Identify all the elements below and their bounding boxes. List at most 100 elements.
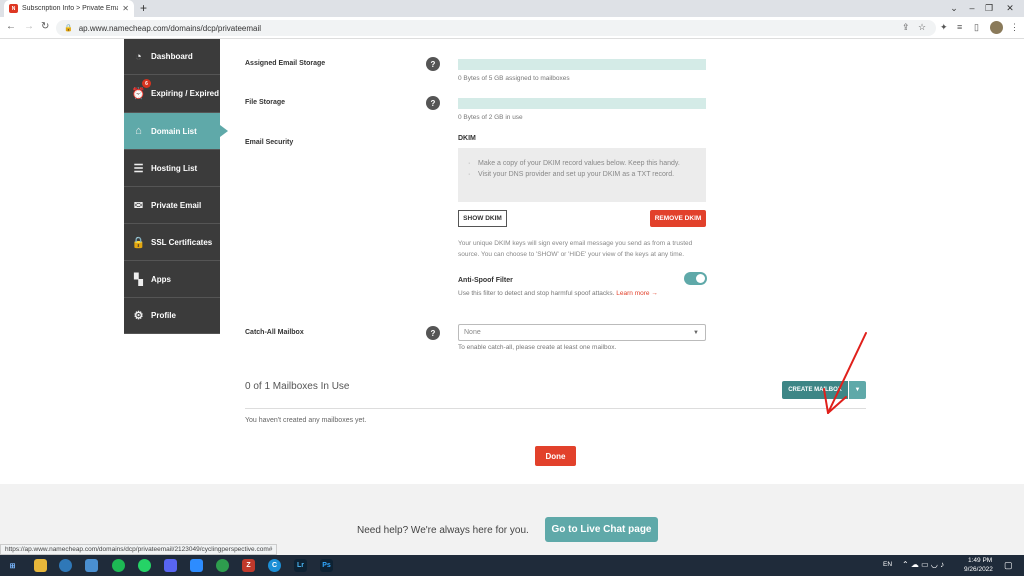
sidebar-item-label: Profile	[151, 311, 176, 320]
menu-dots-icon[interactable]: ⋮	[1010, 22, 1019, 33]
dkim-title: DKIM	[458, 135, 476, 142]
chrome-icon[interactable]	[59, 559, 72, 572]
email-storage-bar	[458, 59, 706, 70]
gear-icon: ⚙	[133, 310, 144, 322]
reload-icon[interactable]: ↻	[41, 21, 49, 32]
help-text: Need help? We're always here for you.	[357, 525, 529, 536]
catch-all-note: To enable catch-all, please create at le…	[458, 344, 617, 351]
forward-icon[interactable]: →	[24, 21, 34, 32]
dashboard-icon: ◔	[135, 50, 142, 63]
zoom-icon[interactable]	[190, 559, 203, 572]
lightroom-icon[interactable]: Lr	[294, 559, 307, 572]
apps-icon: ▚	[134, 273, 143, 286]
dkim-note: Your unique DKIM keys will sign every em…	[458, 240, 693, 258]
tab-title: Subscription Info > Private Email	[22, 5, 119, 12]
browser-tab-bar: N Subscription Info > Private Email ✕ + …	[0, 0, 1024, 17]
dkim-tip: Make a copy of your DKIM record values b…	[468, 158, 696, 169]
toggle-knob	[696, 274, 705, 283]
sidebar-item-label: Expiring / Expired	[151, 89, 220, 98]
sidebar-item-label: Dashboard	[151, 52, 193, 61]
tab-close-icon[interactable]: ✕	[122, 4, 129, 13]
page-content: ◔ Dashboard ⏰ 6 Expiring / Expired ⌂ Dom…	[0, 39, 1024, 555]
remove-dkim-button[interactable]: REMOVE DKIM	[650, 210, 706, 227]
sidebar-item-hosting-list[interactable]: ☰ Hosting List	[124, 150, 220, 187]
mailbox-count-heading: 0 of 1 Mailboxes In Use	[245, 381, 350, 392]
status-bar-url: https://ap.www.namecheap.com/domains/dcp…	[0, 544, 278, 555]
sidebar-item-label: Apps	[151, 274, 171, 284]
spotify-icon[interactable]	[112, 559, 125, 572]
notifications-icon[interactable]: ▢	[1004, 560, 1013, 571]
clock-date[interactable]: 9/26/2022	[964, 566, 993, 573]
learn-more-link[interactable]: Learn more →	[616, 290, 658, 297]
file-storage-bar	[458, 98, 706, 109]
address-toolbar: ← → ↻ 🔒 ap.www.namecheap.com/domains/dcp…	[0, 17, 1024, 39]
app-icon[interactable]	[216, 559, 229, 572]
whatsapp-icon[interactable]	[138, 559, 151, 572]
home-icon: ⌂	[135, 125, 142, 137]
empty-mailboxes-text: You haven't created any mailboxes yet.	[245, 417, 367, 424]
share-icon[interactable]: ⇪	[902, 22, 910, 33]
lock-icon: 🔒	[64, 25, 73, 32]
browser-app-icon[interactable]: C	[268, 559, 281, 572]
profile-avatar[interactable]	[990, 21, 1003, 34]
email-security-label: Email Security	[245, 139, 294, 146]
expiring-count-badge: 6	[142, 79, 151, 88]
catch-all-value: None	[464, 329, 481, 336]
system-tray-icons[interactable]: ⌃ ☁ ▭ ◡ ♪	[902, 560, 944, 569]
help-question-icon[interactable]: ?	[426, 96, 440, 110]
photoshop-icon[interactable]: Ps	[320, 559, 333, 572]
help-question-icon[interactable]: ?	[426, 57, 440, 71]
language-indicator[interactable]: EN	[883, 561, 892, 568]
url-field[interactable]: 🔒 ap.www.namecheap.com/domains/dcp/priva…	[56, 20, 936, 36]
done-button[interactable]: Done	[535, 446, 576, 466]
windows-taskbar: ⊞ Z C Lr Ps EN ⌃ ☁ ▭ ◡ ♪ 1:49 PM 9/26/20…	[0, 555, 1024, 576]
back-icon[interactable]: ←	[6, 21, 16, 32]
new-tab-icon[interactable]: +	[140, 1, 147, 15]
namecheap-favicon-icon: N	[9, 4, 18, 13]
anti-spoof-toggle[interactable]	[684, 272, 707, 285]
catch-all-label: Catch-All Mailbox	[245, 329, 304, 336]
discord-icon[interactable]	[164, 559, 177, 572]
reading-list-icon[interactable]: ≡	[957, 22, 962, 32]
dkim-instructions: Make a copy of your DKIM record values b…	[458, 148, 706, 202]
filezilla-icon[interactable]: Z	[242, 559, 255, 572]
mail-app-icon[interactable]	[85, 559, 98, 572]
sidebar-item-label: Domain List	[151, 126, 197, 136]
envelope-icon: ✉	[133, 199, 144, 212]
annotation-arrow	[823, 332, 867, 414]
bookmark-star-icon[interactable]: ☆	[918, 22, 926, 33]
sidebar-item-label: SSL Certificates	[151, 237, 213, 247]
file-storage-text: 0 Bytes of 2 GB in use	[458, 114, 523, 121]
live-chat-button[interactable]: Go to Live Chat page	[545, 517, 658, 542]
sidebar-item-domain-list[interactable]: ⌂ Domain List	[124, 113, 228, 150]
close-window-icon[interactable]: ✕	[996, 0, 1024, 17]
windows-start-icon[interactable]: ⊞	[6, 559, 19, 572]
anti-spoof-description: Use this filter to detect and stop harmf…	[458, 290, 658, 297]
show-dkim-button[interactable]: SHOW DKIM	[458, 210, 507, 227]
file-explorer-icon[interactable]	[34, 559, 47, 572]
email-storage-label: Assigned Email Storage	[245, 60, 326, 67]
file-storage-label: File Storage	[245, 99, 286, 106]
clock-time[interactable]: 1:49 PM	[968, 557, 992, 564]
sidebar-item-ssl[interactable]: 🔒 SSL Certificates	[124, 224, 220, 261]
browser-tab[interactable]: N Subscription Info > Private Email ✕	[4, 0, 134, 17]
account-sidebar: ◔ Dashboard ⏰ 6 Expiring / Expired ⌂ Dom…	[124, 39, 228, 334]
email-storage-text: 0 Bytes of 5 GB assigned to mailboxes	[458, 75, 570, 82]
anti-spoof-text: Use this filter to detect and stop harmf…	[458, 290, 615, 297]
anti-spoof-label: Anti-Spoof Filter	[458, 277, 513, 284]
sidebar-item-profile[interactable]: ⚙ Profile	[124, 298, 220, 334]
chevron-down-icon: ▼	[693, 330, 699, 336]
sidebar-item-private-email[interactable]: ✉ Private Email	[124, 187, 220, 224]
sidebar-item-expiring[interactable]: ⏰ 6 Expiring / Expired	[124, 75, 220, 113]
side-panel-icon[interactable]: ▯	[974, 22, 979, 33]
sidebar-item-apps[interactable]: ▚ Apps	[124, 261, 220, 298]
divider	[245, 408, 866, 409]
lock-icon: 🔒	[131, 236, 146, 249]
extensions-icon[interactable]: ✦	[940, 22, 948, 33]
alarm-clock-icon: ⏰	[131, 88, 146, 100]
url-text: ap.www.namecheap.com/domains/dcp/private…	[78, 23, 262, 33]
catch-all-select[interactable]: None ▼	[458, 324, 706, 341]
help-question-icon[interactable]: ?	[426, 326, 440, 340]
sidebar-item-dashboard[interactable]: ◔ Dashboard	[124, 39, 220, 75]
server-icon: ☰	[133, 162, 144, 175]
